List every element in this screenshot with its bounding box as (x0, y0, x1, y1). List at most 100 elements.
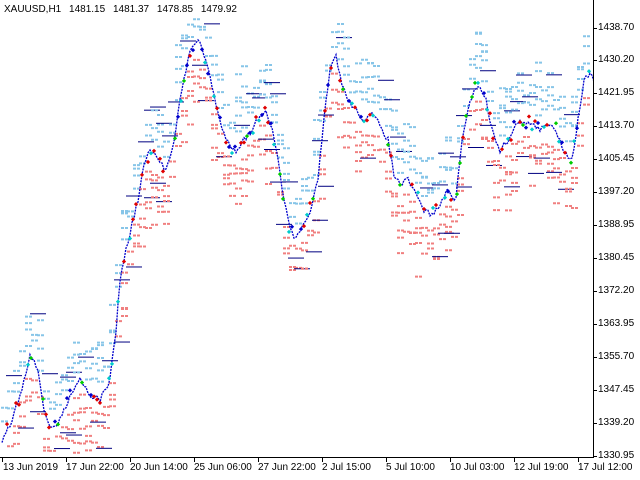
signal-marker (97, 400, 103, 406)
price-axis-tick (594, 258, 597, 259)
signal-marker (370, 113, 376, 118)
time-label: 20 Jun 14:00 (130, 462, 188, 473)
signal-marker (223, 140, 229, 145)
price-axis-tick (594, 324, 597, 325)
signal-marker (562, 150, 568, 155)
signal-marker (328, 65, 334, 71)
signal-marker (487, 111, 493, 116)
price-axis-tick (594, 126, 597, 127)
signal-marker (52, 419, 58, 424)
symbol-info-bar: XAUUSD,H1 1481.15 1481.37 1478.85 1479.9… (4, 4, 242, 15)
time-axis[interactable]: 13 Jun 2019 17 Jun 22:00 20 Jun 14:00 25… (0, 458, 633, 480)
price-axis-tick (594, 291, 597, 292)
signal-marker (67, 388, 73, 393)
signal-marker (289, 224, 295, 229)
signal-marker (157, 156, 163, 161)
signal-marker (148, 151, 154, 156)
signal-marker (214, 106, 220, 111)
signal-marker (160, 169, 166, 174)
signal-marker (523, 125, 529, 130)
signal-marker (529, 127, 535, 132)
price-label: 1347.45 (598, 384, 635, 395)
signal-marker (181, 78, 187, 83)
signal-marker (115, 299, 121, 304)
price-label: 1397.20 (598, 186, 635, 197)
signal-marker (277, 172, 283, 177)
signal-marker (457, 160, 463, 166)
price-label: 1405.45 (598, 153, 635, 164)
price-label: 1372.20 (598, 285, 635, 296)
time-label: 5 Jul 10:00 (386, 462, 435, 473)
price-axis-tick (594, 192, 597, 193)
price-label: 1363.95 (598, 318, 635, 329)
signal-marker (109, 361, 115, 366)
price-axis-tick (594, 28, 597, 29)
signal-marker (325, 82, 331, 88)
chart-plot-area[interactable]: XAUUSD,H1 1481.15 1481.37 1478.85 1479.9… (0, 0, 594, 458)
signal-marker (253, 114, 259, 120)
signal-marker (499, 147, 505, 152)
signal-marker (199, 47, 205, 52)
price-axis-tick (594, 93, 597, 94)
signal-marker (151, 148, 157, 154)
time-label: 13 Jun 2019 (3, 462, 59, 473)
price-axis[interactable]: 1438.70 1430.20 1421.95 1413.70 1405.45 … (594, 0, 640, 461)
signal-marker (310, 196, 316, 201)
price-axis-tick (594, 159, 597, 160)
time-axis-tick (66, 458, 67, 462)
high-price: 1481.37 (112, 4, 150, 15)
signal-marker (556, 139, 562, 144)
price-label: 1413.70 (598, 120, 635, 131)
price-label: 1380.45 (598, 252, 635, 263)
signal-marker (46, 425, 52, 430)
signal-marker (298, 226, 304, 232)
signal-marker (586, 69, 592, 74)
price-axis-tick (594, 390, 597, 391)
time-axis-tick (450, 458, 451, 462)
time-axis-tick (322, 458, 323, 462)
signal-marker (175, 114, 181, 119)
time-label: 17 Jul 12:00 (578, 462, 633, 473)
signal-marker (130, 217, 136, 222)
signal-marker (442, 195, 448, 200)
time-label: 25 Jun 06:00 (194, 462, 252, 473)
open-price: 1481.15 (69, 4, 106, 15)
signal-marker (364, 118, 370, 123)
signal-marker (121, 259, 127, 264)
price-chart-svg[interactable] (0, 0, 594, 458)
signal-marker (211, 94, 217, 99)
chart-window[interactable]: XAUUSD,H1 1481.15 1481.37 1478.85 1479.9… (0, 0, 640, 480)
time-axis-tick (386, 458, 387, 462)
signal-marker (202, 60, 208, 65)
price-axis-tick (594, 423, 597, 424)
time-axis-tick (2, 458, 3, 462)
low-price: 1478.85 (156, 4, 194, 15)
signal-marker (244, 134, 250, 139)
time-axis-tick (130, 458, 131, 462)
signal-marker (475, 80, 481, 86)
time-axis-tick (194, 458, 195, 462)
signal-marker (229, 150, 235, 156)
price-label: 1355.70 (598, 351, 635, 362)
symbol-label: XAUUSD,H1 (4, 4, 62, 15)
signal-marker (454, 192, 460, 197)
signal-marker (286, 229, 292, 235)
price-line (1, 38, 593, 443)
price-label: 1330.95 (598, 450, 635, 461)
signal-marker (415, 190, 421, 195)
signal-marker (430, 205, 436, 211)
signal-marker (4, 422, 10, 427)
time-axis-tick (514, 458, 515, 462)
price-label: 1438.70 (598, 22, 635, 33)
signal-marker (43, 412, 49, 417)
price-label: 1430.20 (598, 54, 635, 65)
signal-marker (340, 87, 346, 92)
signal-marker (262, 105, 268, 110)
signal-marker (433, 202, 439, 208)
signal-marker (241, 140, 247, 145)
close-price: 1479.92 (200, 4, 237, 15)
time-axis-tick (578, 458, 579, 462)
signal-marker (397, 182, 403, 188)
time-label: 17 Jun 22:00 (66, 462, 124, 473)
price-axis-tick (594, 456, 597, 457)
